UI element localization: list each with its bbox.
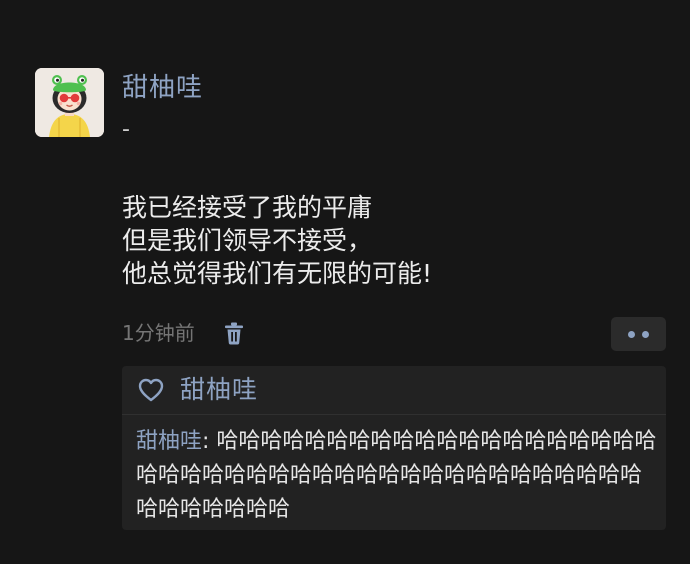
delete-button[interactable] <box>220 319 248 347</box>
avatar[interactable] <box>35 68 104 137</box>
more-dots-icon <box>642 331 649 338</box>
post-text-line: 他总觉得我们有无限的可能! <box>122 259 433 288</box>
like-user-name[interactable]: 甜柚哇 <box>180 372 258 408</box>
heart-icon <box>137 377 165 403</box>
more-options-button[interactable] <box>611 317 666 351</box>
comment-separator: : <box>202 429 217 454</box>
avatar-image <box>35 68 104 137</box>
post-content: 我已经接受了我的平庸 但是我们领导不接受， 他总觉得我们有无限的可能! <box>122 191 642 290</box>
interaction-panel: 甜柚哇 甜柚哇: 哈哈哈哈哈哈哈哈哈哈哈哈哈哈哈哈哈哈哈哈哈哈哈哈哈哈哈哈哈哈哈… <box>122 366 666 530</box>
post-text-line: 但是我们领导不接受， <box>122 226 373 255</box>
comment-item[interactable]: 甜柚哇: 哈哈哈哈哈哈哈哈哈哈哈哈哈哈哈哈哈哈哈哈哈哈哈哈哈哈哈哈哈哈哈哈哈哈哈… <box>136 425 658 527</box>
likes-row: 甜柚哇 <box>122 366 666 415</box>
trash-icon <box>225 322 243 345</box>
comment-author[interactable]: 甜柚哇 <box>136 429 202 454</box>
more-dots-icon <box>628 331 635 338</box>
post-timestamp: 1分钟前 <box>122 321 195 345</box>
post-subtitle: - <box>122 117 130 142</box>
post-author-name[interactable]: 甜柚哇 <box>122 70 203 106</box>
post-text-line: 我已经接受了我的平庸 <box>122 193 373 222</box>
